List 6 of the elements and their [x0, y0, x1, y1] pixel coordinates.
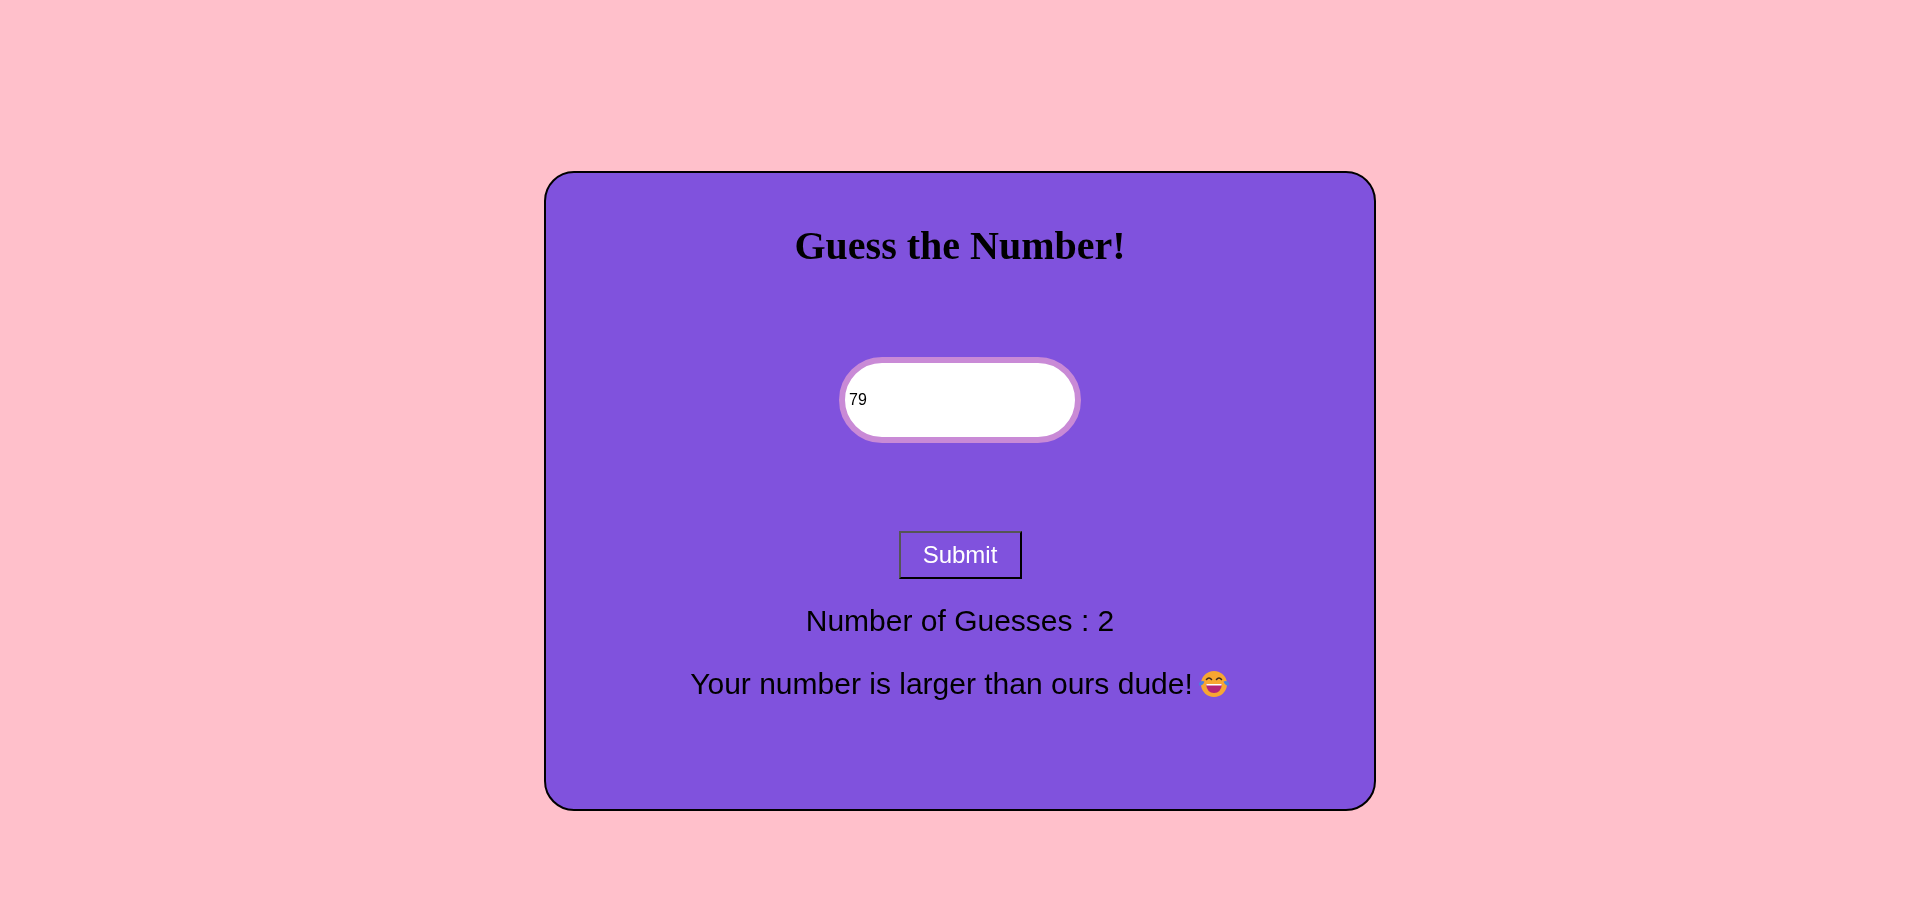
- guess-input[interactable]: 79: [839, 357, 1081, 443]
- game-title: Guess the Number!: [794, 222, 1126, 270]
- result-message: Your number is larger than ours dude!: [690, 666, 1193, 702]
- guess-count: Number of Guesses : 2: [805, 603, 1115, 639]
- laughing-face-icon: [1197, 669, 1230, 699]
- submit-button[interactable]: Submit: [898, 531, 1022, 579]
